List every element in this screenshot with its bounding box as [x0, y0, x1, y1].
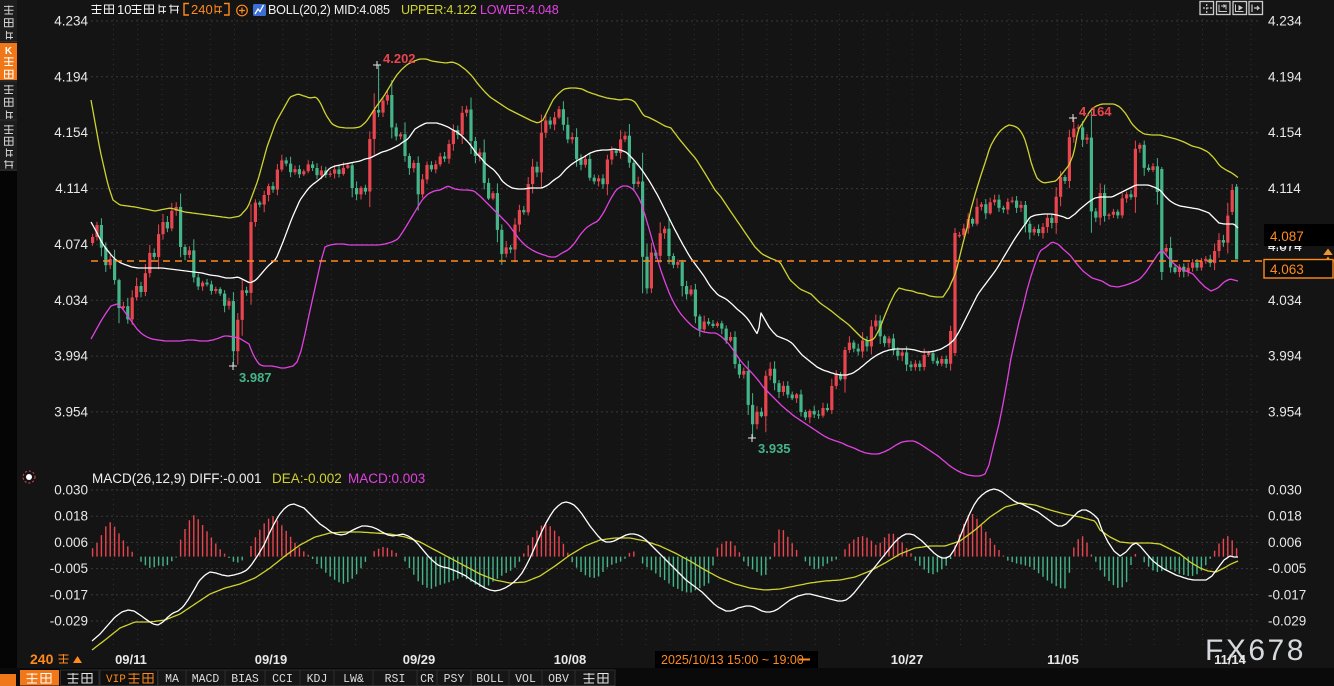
svg-text:3.954: 3.954 [1268, 404, 1302, 419]
svg-text:OBV: OBV [548, 673, 569, 686]
svg-text:10/27: 10/27 [891, 652, 924, 667]
svg-text:MACD(26,12,9) DIFF:-0.001: MACD(26,12,9) DIFF:-0.001 [92, 471, 262, 486]
svg-text:-0.005: -0.005 [1268, 561, 1306, 576]
svg-text:4.063: 4.063 [1270, 262, 1304, 277]
svg-text:4.034: 4.034 [54, 293, 88, 308]
svg-text:MA: MA [165, 673, 179, 686]
svg-text:LOWER:4.048: LOWER:4.048 [480, 3, 559, 17]
svg-text:BOLL(20,2) MID:4.085: BOLL(20,2) MID:4.085 [268, 3, 390, 17]
svg-text:CR: CR [420, 673, 434, 686]
svg-text:0.018: 0.018 [1268, 509, 1302, 524]
svg-text:240: 240 [30, 651, 54, 667]
svg-text:-0.017: -0.017 [50, 587, 88, 602]
svg-text:11/14: 11/14 [1214, 652, 1247, 667]
svg-text:10: 10 [117, 2, 131, 17]
svg-text:4.114: 4.114 [1268, 181, 1301, 196]
svg-text:-0.017: -0.017 [1268, 587, 1306, 602]
svg-text:09/19: 09/19 [255, 652, 288, 667]
svg-text:-0.005: -0.005 [50, 561, 88, 576]
svg-text:4.194: 4.194 [54, 69, 88, 84]
svg-text:0.006: 0.006 [1268, 535, 1302, 550]
svg-text:MACD:0.003: MACD:0.003 [348, 471, 425, 486]
svg-text:CCI: CCI [272, 673, 293, 686]
svg-text:DEA:-0.002: DEA:-0.002 [272, 471, 342, 486]
svg-text:0.018: 0.018 [54, 509, 88, 524]
svg-text:4.164: 4.164 [1079, 104, 1112, 119]
svg-text:09/11: 09/11 [115, 652, 147, 667]
svg-text:RSI: RSI [385, 673, 406, 686]
svg-text:4.087: 4.087 [1270, 229, 1304, 244]
svg-text:PSY: PSY [444, 673, 465, 686]
svg-text:UPPER:4.122: UPPER:4.122 [401, 3, 477, 17]
svg-text:09/29: 09/29 [403, 652, 436, 667]
svg-text:4.154: 4.154 [1268, 125, 1302, 140]
svg-text:LW&: LW& [343, 673, 364, 686]
svg-text:2025/10/13 15:00 ~ 19:00: 2025/10/13 15:00 ~ 19:00 [661, 653, 804, 667]
svg-text:3.987: 3.987 [239, 370, 272, 385]
svg-text:4.234: 4.234 [1268, 14, 1302, 29]
svg-text:0.030: 0.030 [1268, 483, 1302, 498]
svg-text:VOL: VOL [515, 673, 536, 686]
svg-text:-0.029: -0.029 [50, 614, 88, 629]
svg-text:3.935: 3.935 [758, 441, 791, 456]
svg-text:4.114: 4.114 [55, 181, 88, 196]
svg-text:MACD: MACD [192, 673, 220, 686]
svg-text:KDJ: KDJ [307, 673, 328, 686]
svg-text:4.234: 4.234 [54, 14, 88, 29]
svg-text:3.994: 3.994 [54, 349, 88, 364]
svg-text:BIAS: BIAS [231, 673, 259, 686]
svg-text:4.074: 4.074 [54, 237, 88, 252]
svg-text:-0.029: -0.029 [1268, 614, 1306, 629]
svg-text:4.202: 4.202 [383, 51, 416, 66]
svg-text:K: K [5, 46, 13, 57]
svg-text:0.006: 0.006 [54, 535, 88, 550]
svg-text:10/08: 10/08 [554, 652, 587, 667]
svg-text:VIP: VIP [106, 674, 126, 686]
svg-text:11/05: 11/05 [1047, 652, 1079, 667]
svg-text:4.034: 4.034 [1268, 293, 1302, 308]
svg-text:4.194: 4.194 [1268, 69, 1302, 84]
svg-text:240: 240 [191, 2, 213, 17]
svg-text:4.154: 4.154 [54, 125, 88, 140]
svg-text:0.030: 0.030 [54, 483, 88, 498]
svg-text:BOLL: BOLL [476, 673, 504, 686]
svg-text:3.994: 3.994 [1268, 349, 1302, 364]
svg-text:3.954: 3.954 [54, 404, 88, 419]
